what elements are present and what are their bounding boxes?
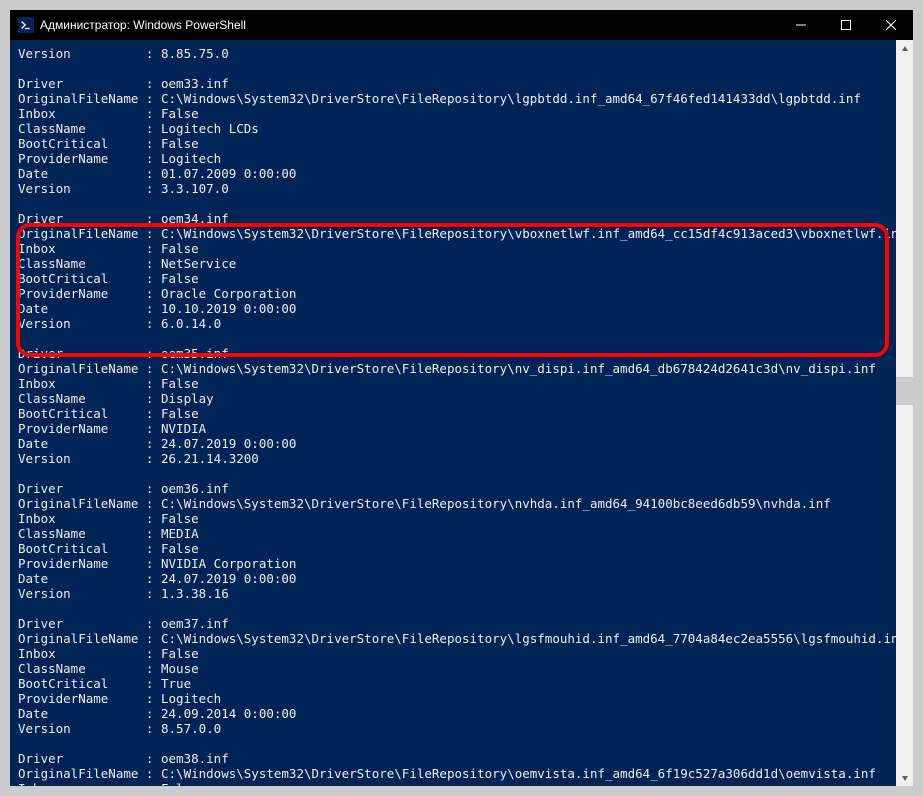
minimize-button[interactable]	[778, 10, 823, 40]
scroll-thumb[interactable]	[896, 377, 913, 405]
console-area[interactable]: Version : 8.85.75.0 Driver : oem33.inf O…	[10, 40, 913, 786]
powershell-icon	[18, 17, 34, 33]
scroll-down-button[interactable]	[896, 769, 913, 786]
powershell-window: Администратор: Windows PowerShell Versio…	[10, 10, 913, 786]
console-output: Version : 8.85.75.0 Driver : oem33.inf O…	[10, 40, 913, 786]
scroll-track[interactable]	[896, 57, 913, 769]
close-button[interactable]	[868, 10, 913, 40]
window-title: Администратор: Windows PowerShell	[40, 18, 246, 32]
scroll-up-button[interactable]	[896, 40, 913, 57]
desktop-frame: Администратор: Windows PowerShell Versio…	[0, 0, 923, 796]
vertical-scrollbar[interactable]	[896, 40, 913, 786]
maximize-button[interactable]	[823, 10, 868, 40]
window-titlebar[interactable]: Администратор: Windows PowerShell	[10, 10, 913, 40]
